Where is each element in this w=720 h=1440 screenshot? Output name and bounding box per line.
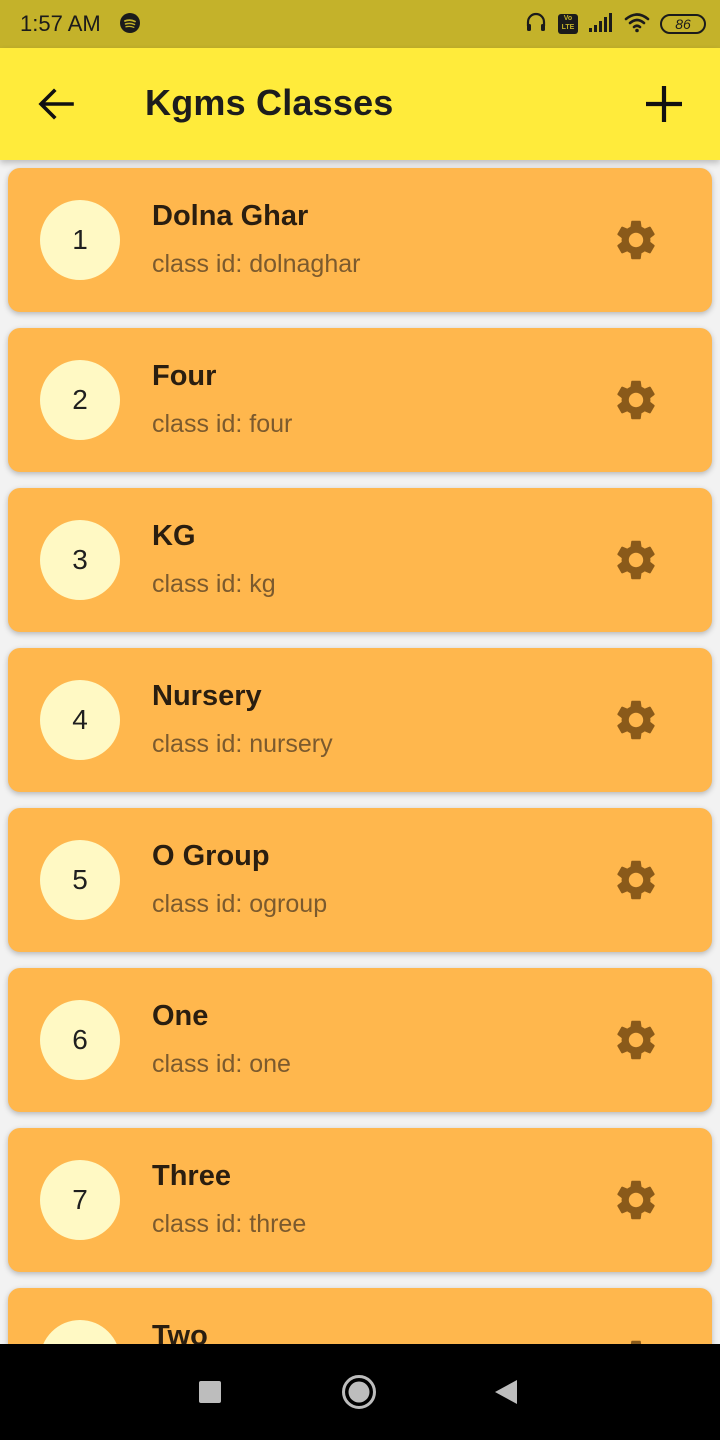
class-card[interactable]: 2 Four class id: four bbox=[8, 328, 712, 472]
page-title: Kgms Classes bbox=[145, 82, 394, 123]
index-avatar: 4 bbox=[40, 680, 120, 760]
class-card[interactable]: 8 Two bbox=[8, 1288, 712, 1344]
system-nav-bar bbox=[0, 1344, 720, 1440]
app-bar: Kgms Classes bbox=[0, 48, 720, 160]
class-name: KG bbox=[152, 520, 196, 552]
class-card[interactable]: 1 Dolna Ghar class id: dolnaghar bbox=[8, 168, 712, 312]
add-icon bbox=[646, 86, 682, 122]
class-settings-button[interactable] bbox=[612, 1336, 660, 1344]
class-name: Nursery bbox=[152, 680, 262, 712]
class-card[interactable]: 7 Three class id: three bbox=[8, 1128, 712, 1272]
gear-icon bbox=[630, 1340, 642, 1344]
gear-icon bbox=[617, 1020, 655, 1060]
status-time: 1:57 AM bbox=[20, 11, 101, 36]
index-avatar: 5 bbox=[40, 840, 120, 920]
class-id: class id: dolnaghar bbox=[152, 250, 361, 278]
gear-icon bbox=[617, 700, 655, 740]
status-bar: 1:57 AM Vo LTE 86 bbox=[0, 0, 720, 48]
class-name: One bbox=[152, 1000, 209, 1032]
class-name: Three bbox=[152, 1160, 231, 1192]
index-avatar: 6 bbox=[40, 1000, 120, 1080]
index-avatar: 3 bbox=[40, 520, 120, 600]
volte-top-label: Vo bbox=[563, 15, 573, 22]
square-icon[interactable] bbox=[199, 1381, 221, 1403]
gear-icon bbox=[617, 1180, 655, 1220]
volte-bottom-label: LTE bbox=[561, 24, 575, 31]
gear-icon bbox=[617, 220, 655, 260]
back-button[interactable] bbox=[28, 76, 84, 132]
circle-icon[interactable] bbox=[341, 1374, 377, 1410]
class-settings-button[interactable] bbox=[612, 1176, 660, 1224]
gear-icon bbox=[617, 540, 655, 580]
volte-icon: Vo LTE bbox=[558, 14, 578, 34]
index-avatar: 1 bbox=[40, 200, 120, 280]
wifi-icon bbox=[624, 11, 650, 38]
class-settings-button[interactable] bbox=[612, 376, 660, 424]
class-card[interactable]: 4 Nursery class id: nursery bbox=[8, 648, 712, 792]
class-list: 1 Dolna Ghar class id: dolnaghar 2 Four … bbox=[0, 160, 720, 1344]
class-id: class id: ogroup bbox=[152, 890, 328, 918]
class-card[interactable]: 3 KG class id: kg bbox=[8, 488, 712, 632]
arrow-back-icon bbox=[38, 88, 74, 120]
class-name: Two bbox=[152, 1320, 208, 1344]
class-card[interactable]: 5 O Group class id: ogroup bbox=[8, 808, 712, 952]
class-settings-button[interactable] bbox=[612, 856, 660, 904]
class-name: O Group bbox=[152, 840, 270, 872]
class-settings-button[interactable] bbox=[612, 696, 660, 744]
headphones-icon bbox=[524, 10, 548, 39]
index-avatar: 8 bbox=[40, 1320, 120, 1344]
gear-icon bbox=[617, 380, 655, 420]
triangle-back-icon[interactable] bbox=[492, 1378, 520, 1406]
add-class-button[interactable] bbox=[640, 80, 688, 128]
class-id: class id: three bbox=[152, 1210, 307, 1238]
gear-icon bbox=[617, 860, 655, 900]
class-id: class id: one bbox=[152, 1050, 291, 1078]
index-avatar: 2 bbox=[40, 360, 120, 440]
class-name: Four bbox=[152, 360, 217, 392]
class-card[interactable]: 6 One class id: one bbox=[8, 968, 712, 1112]
status-icons: Vo LTE 86 bbox=[524, 8, 706, 40]
spotify-icon bbox=[120, 13, 140, 33]
class-settings-button[interactable] bbox=[612, 216, 660, 264]
index-avatar: 7 bbox=[40, 1160, 120, 1240]
class-id: class id: four bbox=[152, 410, 293, 438]
class-id: class id: nursery bbox=[152, 730, 333, 758]
class-settings-button[interactable] bbox=[612, 1016, 660, 1064]
class-name: Dolna Ghar bbox=[152, 200, 309, 232]
signal-icon bbox=[588, 11, 614, 38]
class-id: class id: kg bbox=[152, 570, 276, 598]
battery-indicator: 86 bbox=[660, 14, 706, 34]
class-settings-button[interactable] bbox=[612, 536, 660, 584]
